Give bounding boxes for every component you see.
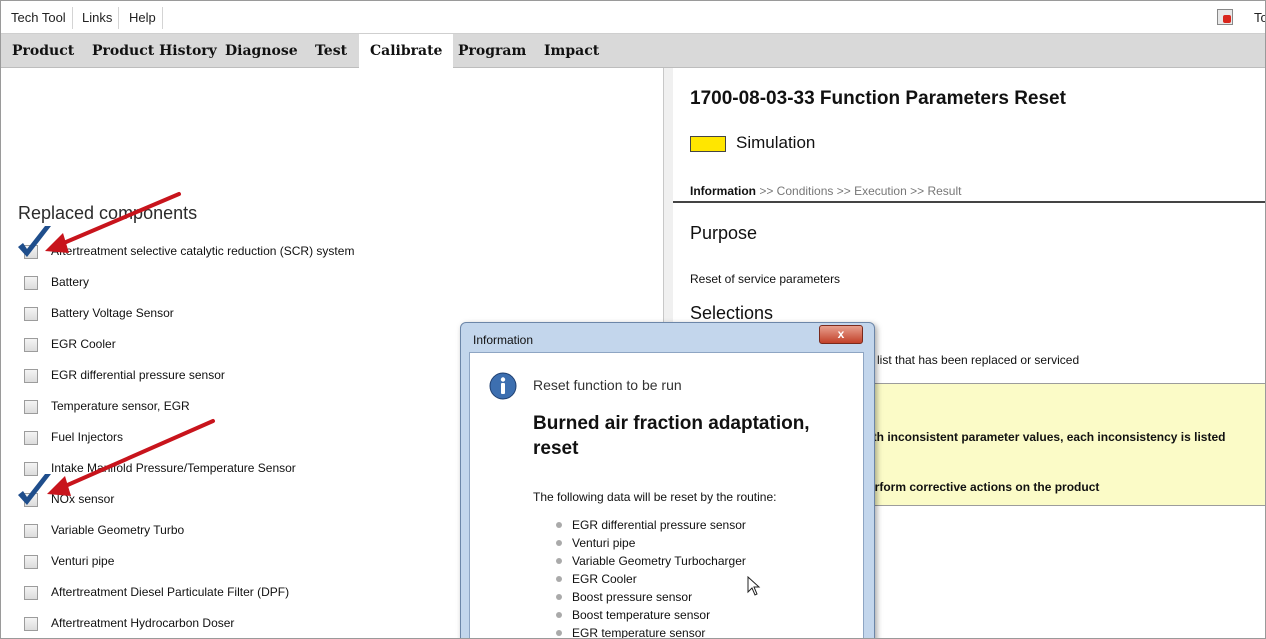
tab-product[interactable]: Product	[1, 34, 85, 68]
divider-line	[673, 201, 1265, 203]
step-current: Information	[690, 184, 756, 198]
selections-text: list that has been replaced or serviced	[877, 353, 1080, 367]
component-label: Battery Voltage Sensor	[51, 306, 174, 320]
dialog-body: Reset function to be run Burned air frac…	[469, 352, 864, 639]
checkmark-icon	[18, 226, 51, 257]
simulation-label: Simulation	[736, 133, 816, 152]
component-checkbox[interactable]	[24, 617, 38, 631]
component-checkbox[interactable]	[24, 369, 38, 383]
tech-tool-window: Tech Tool Links Help To Product Product …	[0, 0, 1266, 639]
component-checkbox[interactable]	[24, 338, 38, 352]
exit-icon	[1217, 9, 1233, 25]
tab-diagnose[interactable]: Diagnose	[214, 34, 309, 68]
mouse-cursor-icon	[747, 576, 761, 596]
component-label: EGR differential pressure sensor	[51, 368, 225, 382]
reset-item: Boost temperature sensor	[555, 608, 711, 622]
info-icon	[489, 372, 517, 400]
tab-calibrate[interactable]: Calibrate	[359, 34, 454, 68]
component-checkbox[interactable]	[24, 524, 38, 538]
reset-item: EGR differential pressure sensor	[556, 518, 746, 532]
reset-item: EGR Cooler	[556, 572, 637, 586]
step-rest: >> Conditions >> Execution >> Result	[756, 184, 962, 198]
tab-test[interactable]: Test	[304, 34, 358, 68]
component-label: Battery	[51, 275, 90, 289]
component-label: EGR Cooler	[51, 337, 116, 351]
component-label: Venturi pipe	[51, 554, 115, 568]
tab-impact[interactable]: Impact	[533, 34, 610, 68]
menu-tech-tool[interactable]: Tech Tool	[5, 7, 73, 29]
component-label: Aftertreatment Hydrocarbon Doser	[51, 616, 235, 630]
note-line: with inconsistent parameter values, each…	[860, 430, 1226, 444]
component-label: Aftertreatment Diesel Particulate Filter…	[51, 585, 290, 599]
checkmark-icon	[18, 474, 51, 505]
reset-item: Venturi pipe	[555, 536, 636, 550]
replaced-components-heading: Replaced components	[18, 203, 198, 223]
dialog-intro: The following data will be reset by the …	[533, 490, 777, 504]
purpose-text: Reset of service parameters	[690, 272, 841, 286]
menu-bar: Tech Tool Links Help To	[1, 1, 1265, 34]
reset-item: Variable Geometry Turbocharger	[556, 554, 746, 568]
component-label: Temperature sensor, EGR	[51, 399, 190, 413]
component-checkbox[interactable]	[24, 276, 38, 290]
note-line: Perform corrective actions on the produc…	[860, 480, 1100, 494]
exit-label: To	[1254, 10, 1265, 25]
component-label: Intake Manifold Pressure/Temperature Sen…	[51, 461, 296, 475]
component-checkbox[interactable]	[24, 307, 38, 321]
component-label: Aftertreatment selective catalytic reduc…	[51, 244, 355, 258]
component-checkbox[interactable]	[24, 400, 38, 414]
reset-item: EGR temperature sensor	[555, 626, 706, 639]
tab-program[interactable]: Program	[447, 34, 537, 68]
reset-item: Boost pressure sensor	[555, 590, 693, 604]
close-button[interactable]: x	[819, 325, 863, 344]
simulation-indicator	[690, 136, 726, 152]
main-tabs: Product Product History Diagnose Test Ca…	[1, 34, 1265, 68]
exit-button[interactable]: To	[1207, 8, 1265, 28]
function-title: 1700-08-03-33 Function Parameters Reset	[690, 88, 1066, 109]
tab-product-history[interactable]: Product History	[81, 34, 228, 68]
selections-heading: Selections	[690, 303, 774, 323]
notes-box: es with inconsistent parameter values, e…	[859, 383, 1265, 506]
menu-help[interactable]: Help	[123, 7, 163, 29]
menu-links[interactable]: Links	[76, 7, 120, 29]
dialog-title: Information	[473, 333, 534, 347]
component-checkbox[interactable]	[24, 555, 38, 569]
component-label: NOx sensor	[51, 492, 115, 506]
information-dialog: Information x Reset function to be run B…	[460, 322, 875, 639]
purpose-heading: Purpose	[690, 223, 758, 243]
dialog-heading: Burned air fraction adaptation, reset	[533, 413, 810, 459]
dialog-subtitle: Reset function to be run	[533, 377, 682, 393]
component-checkbox[interactable]	[24, 431, 38, 445]
step-breadcrumb: Information >> Conditions >> Execution >…	[690, 184, 961, 198]
component-label: Fuel Injectors	[51, 430, 124, 444]
component-checkbox[interactable]	[24, 586, 38, 600]
component-label: Variable Geometry Turbo	[51, 523, 185, 537]
